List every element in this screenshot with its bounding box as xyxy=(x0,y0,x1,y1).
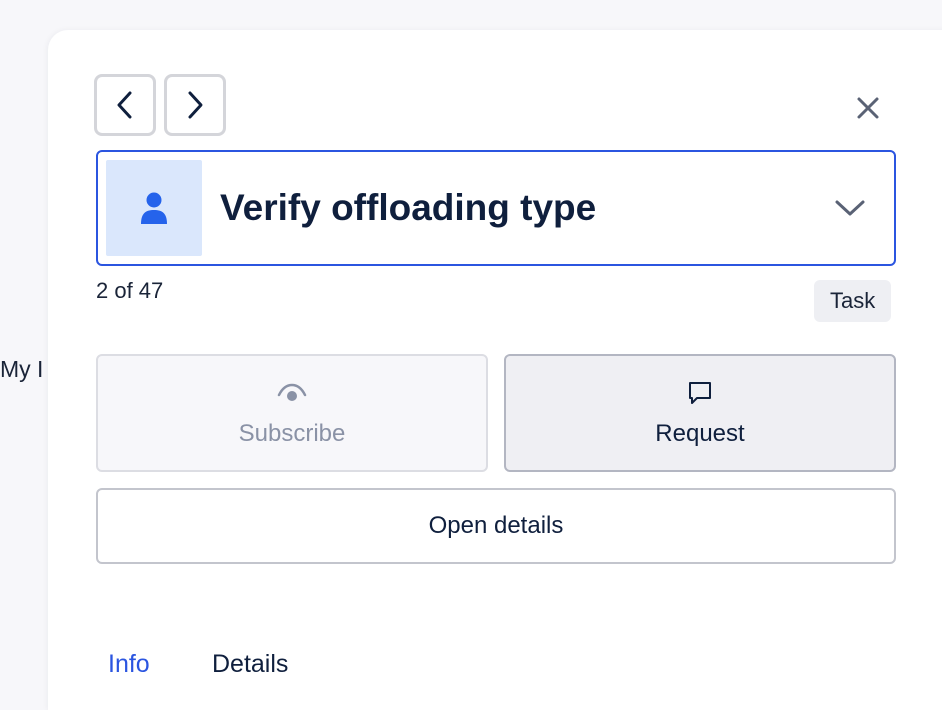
previous-button[interactable] xyxy=(94,74,156,136)
tab-info[interactable]: Info xyxy=(108,650,150,679)
chevron-right-icon xyxy=(188,91,203,119)
chevron-left-icon xyxy=(117,91,132,119)
type-badge: Task xyxy=(814,280,892,322)
request-button[interactable]: Request xyxy=(504,354,896,472)
avatar xyxy=(106,160,202,256)
close-icon xyxy=(857,97,879,119)
open-details-button[interactable]: Open details xyxy=(96,488,896,564)
detail-panel: Verify offloading type 2 of 47 Task Subs… xyxy=(48,30,942,710)
background-partial-text: My I xyxy=(0,356,44,382)
eye-icon xyxy=(277,383,307,401)
item-counter: 2 of 47 xyxy=(96,278,164,303)
tab-details[interactable]: Details xyxy=(212,650,288,679)
user-icon xyxy=(141,192,167,224)
item-selector[interactable]: Verify offloading type xyxy=(96,150,896,266)
subscribe-label: Subscribe xyxy=(238,420,346,447)
comment-icon xyxy=(689,382,711,404)
item-title: Verify offloading type xyxy=(220,187,597,228)
expand-toggle[interactable] xyxy=(834,198,866,218)
request-label: Request xyxy=(655,420,745,447)
next-button[interactable] xyxy=(164,74,226,136)
subscribe-button[interactable]: Subscribe xyxy=(96,354,488,472)
close-button[interactable] xyxy=(852,92,884,124)
chevron-down-icon xyxy=(835,200,865,216)
